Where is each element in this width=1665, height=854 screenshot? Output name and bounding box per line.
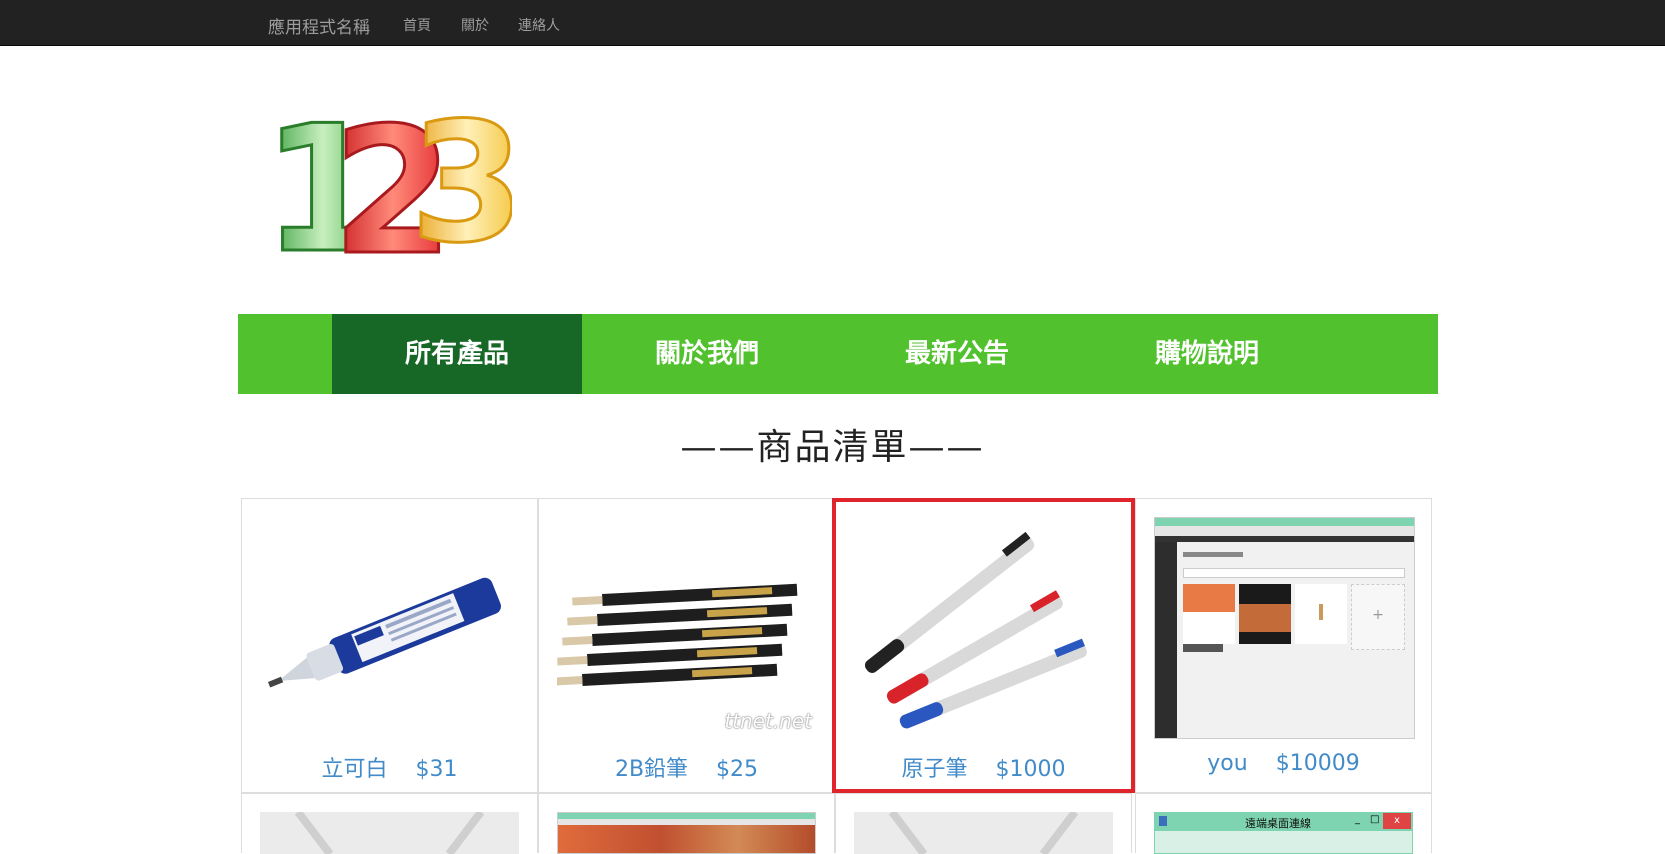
- product-card[interactable]: [538, 793, 835, 854]
- site-logo: 1 2 3: [261, 86, 527, 296]
- product-name[interactable]: you: [1207, 751, 1247, 776]
- product-price: $1000: [995, 757, 1066, 782]
- product-image-ballpoint-pens[interactable]: [850, 516, 1109, 736]
- product-image-placeholder[interactable]: [260, 812, 519, 854]
- navbar-brand[interactable]: 應用程式名稱: [268, 13, 370, 38]
- product-name[interactable]: 2B鉛筆: [615, 757, 688, 782]
- image-watermark: ttnet.net: [724, 709, 812, 733]
- remote-desktop-title: 遠端桌面連線: [1245, 817, 1311, 830]
- nav-contact-link[interactable]: 連絡人: [518, 15, 560, 35]
- product-image-screenshot[interactable]: +: [1154, 517, 1415, 739]
- product-caption[interactable]: 立可白 $31: [242, 751, 537, 783]
- nav-about-link[interactable]: 關於: [461, 15, 489, 35]
- product-card[interactable]: [835, 793, 1132, 854]
- product-image-correction-pen[interactable]: [260, 517, 519, 737]
- product-name[interactable]: 原子筆: [901, 757, 967, 782]
- product-image-screenshot-2[interactable]: [557, 812, 816, 854]
- product-price: $10009: [1275, 751, 1360, 776]
- top-navbar: 應用程式名稱 首頁 關於 連絡人: [0, 0, 1665, 46]
- product-image-pencils[interactable]: ttnet.net: [557, 517, 816, 737]
- menu-about-us[interactable]: 關於我們: [582, 314, 832, 394]
- product-card[interactable]: + you $10009: [1135, 498, 1432, 793]
- section-title: ——商品清單——: [680, 427, 985, 468]
- product-image-placeholder[interactable]: [854, 812, 1113, 854]
- nav-home-link[interactable]: 首頁: [403, 15, 431, 35]
- minimize-icon[interactable]: _: [1355, 814, 1360, 825]
- product-card[interactable]: ttnet.net 2B鉛筆 $25: [538, 498, 835, 793]
- close-icon[interactable]: x: [1383, 813, 1411, 829]
- product-caption[interactable]: 2B鉛筆 $25: [539, 751, 834, 783]
- maximize-icon[interactable]: □: [1370, 814, 1379, 825]
- product-name[interactable]: 立可白: [321, 757, 387, 782]
- menu-all-products[interactable]: 所有產品: [332, 314, 582, 394]
- product-price: $31: [415, 757, 458, 782]
- menu-shopping-guide[interactable]: 購物說明: [1082, 314, 1332, 394]
- product-caption[interactable]: you $10009: [1136, 751, 1431, 776]
- product-card-highlighted[interactable]: 原子筆 $1000: [832, 498, 1135, 793]
- product-card[interactable]: [241, 793, 538, 854]
- main-menu: 所有產品 關於我們 最新公告 購物說明: [238, 314, 1438, 394]
- product-image-remote-desktop[interactable]: 遠端桌面連線 _ □ x: [1154, 812, 1413, 854]
- product-price: $25: [716, 757, 759, 782]
- svg-text:3: 3: [410, 100, 512, 260]
- product-card[interactable]: 立可白 $31: [241, 498, 538, 793]
- menu-news[interactable]: 最新公告: [832, 314, 1082, 394]
- product-card[interactable]: 遠端桌面連線 _ □ x: [1135, 793, 1432, 854]
- product-caption[interactable]: 原子筆 $1000: [836, 751, 1131, 783]
